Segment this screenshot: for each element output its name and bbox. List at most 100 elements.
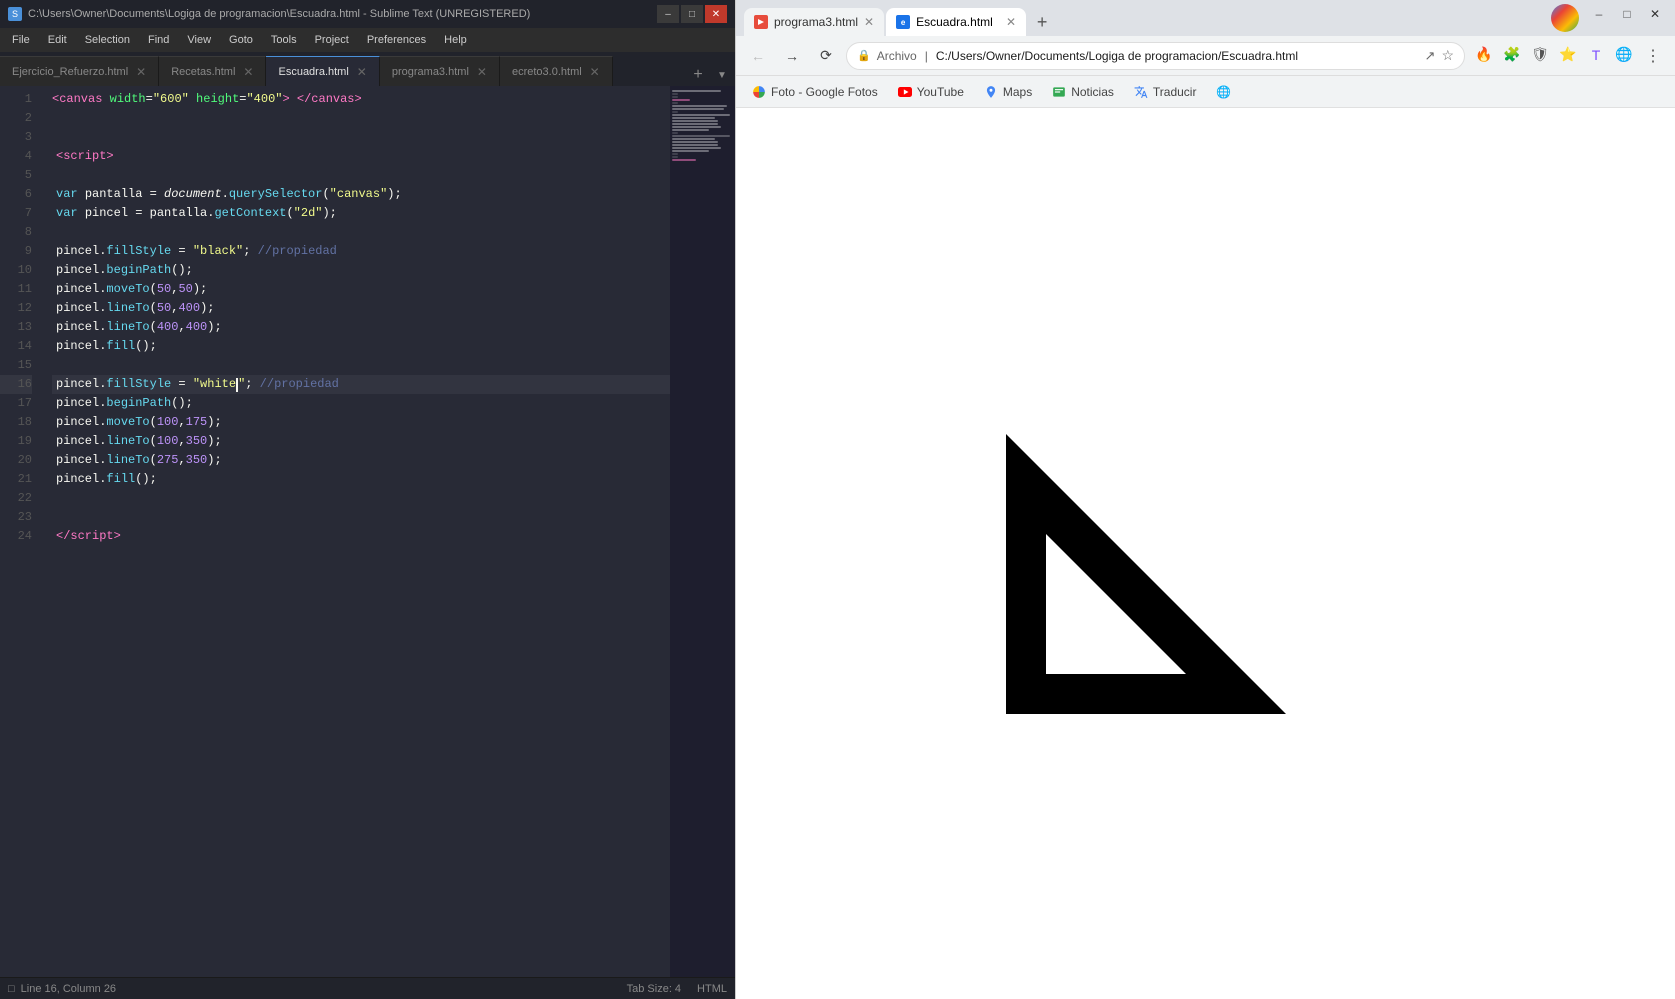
- forward-button[interactable]: →: [778, 42, 806, 70]
- chrome-close-button[interactable]: ✕: [1643, 4, 1667, 24]
- maximize-button[interactable]: □: [681, 5, 703, 23]
- tab-close-icon[interactable]: ✕: [136, 65, 146, 79]
- tab-label: programa3.html: [392, 66, 469, 78]
- bookmark-star-icon[interactable]: ☆: [1441, 47, 1454, 64]
- menu-help[interactable]: Help: [436, 32, 475, 48]
- menu-selection[interactable]: Selection: [77, 32, 138, 48]
- chrome-tab-close-active-icon[interactable]: ✕: [1006, 15, 1016, 29]
- firefox-ext-button[interactable]: 🔥: [1471, 42, 1497, 68]
- chrome-menu-button[interactable]: ⋮: [1639, 42, 1667, 70]
- bookmark-label: YouTube: [917, 85, 964, 99]
- code-line-2: [52, 109, 670, 128]
- minimap: [670, 86, 735, 977]
- menu-preferences[interactable]: Preferences: [359, 32, 434, 48]
- tab-close-icon[interactable]: ✕: [243, 65, 253, 79]
- status-bar: □ Line 16, Column 26 Tab Size: 4 HTML: [0, 977, 735, 999]
- escuadra-svg: [966, 364, 1446, 744]
- address-text: C:/Users/Owner/Documents/Logiga de progr…: [936, 49, 1419, 63]
- menu-project[interactable]: Project: [307, 32, 357, 48]
- bookmark-youtube[interactable]: YouTube: [890, 80, 972, 104]
- app-icon: S: [8, 7, 22, 21]
- noticias-icon: [1052, 85, 1066, 99]
- code-line-21: pincel . fill ();: [52, 470, 670, 489]
- bookmark-noticias[interactable]: Noticias: [1044, 80, 1122, 104]
- globe-icon-button[interactable]: 🌐: [1611, 42, 1637, 68]
- code-line-11: pincel . moveTo ( 50 , 50 );: [52, 280, 670, 299]
- code-line-15: [52, 356, 670, 375]
- tab-close-icon[interactable]: ✕: [477, 65, 487, 79]
- menu-view[interactable]: View: [179, 32, 219, 48]
- translate-icon: [1134, 85, 1148, 99]
- translate-ext-button[interactable]: T: [1583, 42, 1609, 68]
- extensions-button[interactable]: 🧩: [1499, 42, 1525, 68]
- status-indicator: □: [8, 983, 15, 995]
- code-line-18: pincel . moveTo ( 100 , 175 );: [52, 413, 670, 432]
- chrome-tab-favicon: [754, 15, 768, 29]
- line-numbers: 12345 678910 1112131415 16 1718192021 22…: [0, 86, 40, 977]
- tab-dropdown-button[interactable]: ▼: [713, 64, 731, 86]
- code-line-1: <canvas width="600" height="400" > </can…: [52, 90, 670, 109]
- tab-recetas[interactable]: Recetas.html ✕: [159, 56, 266, 86]
- code-editor[interactable]: <canvas width="600" height="400" > </can…: [40, 86, 670, 977]
- code-line-19: pincel . lineTo ( 100 , 350 );: [52, 432, 670, 451]
- code-line-14: pincel . fill ();: [52, 337, 670, 356]
- code-line-6: var pantalla = document . querySelector …: [52, 185, 670, 204]
- new-tab-button[interactable]: +: [687, 64, 709, 86]
- code-line-13: pincel . lineTo ( 400 , 400 );: [52, 318, 670, 337]
- chrome-profile-avatar[interactable]: [1551, 4, 1579, 32]
- menu-tools[interactable]: Tools: [263, 32, 305, 48]
- window-title: C:\Users\Owner\Documents\Logiga de progr…: [28, 8, 530, 20]
- menu-file[interactable]: File: [4, 32, 38, 48]
- menu-edit[interactable]: Edit: [40, 32, 75, 48]
- code-line-16: pincel . fillStyle = "white" ; //propied…: [52, 375, 670, 394]
- tab-programa3[interactable]: programa3.html ✕: [380, 56, 500, 86]
- window-controls: – □ ✕: [657, 5, 727, 23]
- bookmark-traducir[interactable]: Traducir: [1126, 80, 1205, 104]
- youtube-icon: [898, 85, 912, 99]
- chrome-tab-programa3[interactable]: programa3.html ✕: [744, 8, 884, 36]
- status-line-col: Line 16, Column 26: [21, 983, 116, 995]
- code-line-22: [52, 489, 670, 508]
- tab-label: ecreto3.0.html: [512, 66, 582, 78]
- bookmark-google-fotos[interactable]: Foto - Google Fotos: [744, 80, 886, 104]
- chrome-maximize-button[interactable]: □: [1615, 4, 1639, 24]
- code-line-12: pincel . lineTo ( 50 , 400 );: [52, 299, 670, 318]
- bookmark-label: Foto - Google Fotos: [771, 85, 878, 99]
- chrome-minimize-button[interactable]: –: [1587, 4, 1611, 24]
- minimize-button[interactable]: –: [657, 5, 679, 23]
- chrome-new-tab-button[interactable]: +: [1028, 8, 1056, 36]
- tab-ecreto3[interactable]: ecreto3.0.html ✕: [500, 56, 613, 86]
- status-syntax: HTML: [697, 983, 727, 995]
- tab-escuadra[interactable]: Escuadra.html ✕: [266, 56, 379, 86]
- share-icon: ↗: [1425, 48, 1436, 64]
- close-button[interactable]: ✕: [705, 5, 727, 23]
- globe-bookmark-icon: 🌐: [1216, 85, 1230, 99]
- chrome-title-bar: programa3.html ✕ e Escuadra.html ✕ + – □…: [736, 0, 1675, 36]
- status-tab-size: Tab Size: 4: [627, 983, 681, 995]
- canvas-render: [736, 108, 1675, 999]
- code-line-23: [52, 508, 670, 527]
- tab-ejercicio[interactable]: Ejercicio_Refuerzo.html ✕: [0, 56, 159, 86]
- tab-close-icon[interactable]: ✕: [590, 65, 600, 79]
- code-line-8: [52, 223, 670, 242]
- menu-find[interactable]: Find: [140, 32, 177, 48]
- bookmark-maps[interactable]: Maps: [976, 80, 1040, 104]
- chrome-tab-escuadra[interactable]: e Escuadra.html ✕: [886, 8, 1026, 36]
- bookmark-globe[interactable]: 🌐: [1208, 80, 1238, 104]
- code-line-17: pincel . beginPath ();: [52, 394, 670, 413]
- menu-goto[interactable]: Goto: [221, 32, 261, 48]
- browser-content: [736, 108, 1675, 999]
- shield-button[interactable]: 🛡: [1527, 42, 1553, 68]
- code-line-9: pincel . fillStyle = "black" ; //propied…: [52, 242, 670, 261]
- chrome-window-controls: – □ ✕: [1551, 4, 1667, 32]
- chrome-tab-favicon-active: e: [896, 15, 910, 29]
- reload-button[interactable]: ⟳: [812, 42, 840, 70]
- editor-area[interactable]: 12345 678910 1112131415 16 1718192021 22…: [0, 86, 735, 977]
- bookmark-button[interactable]: ⭐: [1555, 42, 1581, 68]
- tab-close-active-icon[interactable]: ✕: [357, 65, 367, 79]
- back-button[interactable]: ←: [744, 42, 772, 70]
- address-bar[interactable]: 🔒 Archivo | C:/Users/Owner/Documents/Log…: [846, 42, 1465, 70]
- bookmark-label: Maps: [1003, 85, 1032, 99]
- chrome-tab-close-icon[interactable]: ✕: [864, 15, 874, 29]
- code-line-10: pincel . beginPath ();: [52, 261, 670, 280]
